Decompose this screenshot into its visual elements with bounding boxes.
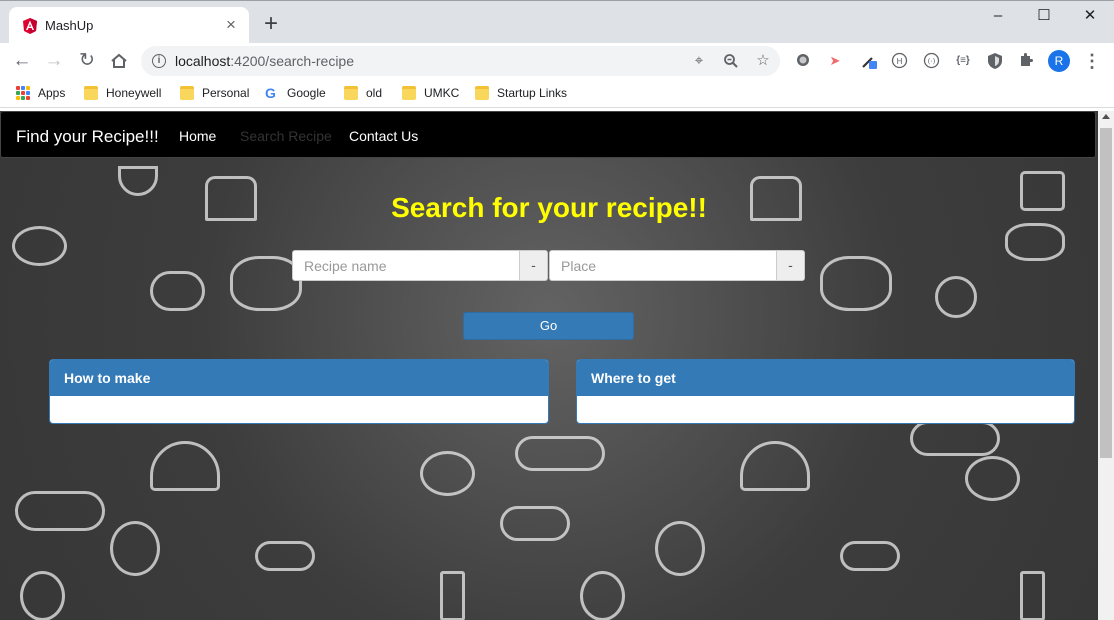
app-navbar: Find your Recipe!!! Home Search Recipe C… <box>0 111 1096 158</box>
new-tab-button[interactable]: + <box>259 12 283 37</box>
google-icon: G <box>265 85 276 101</box>
extension-arrow-icon[interactable]: ➤ <box>826 52 844 70</box>
bookmark-apps[interactable]: Apps <box>16 85 65 103</box>
nav-home[interactable]: Home <box>179 128 216 144</box>
profile-avatar[interactable]: R <box>1048 50 1070 72</box>
minimize-button[interactable]: – <box>976 5 1020 29</box>
scroll-thumb[interactable] <box>1100 128 1112 458</box>
url-text[interactable]: localhost:4200/search-recipe <box>175 53 354 69</box>
extension-json-icon[interactable]: {≡} <box>954 52 972 70</box>
recipe-name-input[interactable] <box>293 251 521 280</box>
how-to-make-panel: How to make <box>49 359 549 424</box>
where-to-get-heading: Where to get <box>577 360 1074 396</box>
back-icon[interactable]: ← <box>9 48 35 74</box>
folder-icon <box>475 86 489 100</box>
extension-eyedropper-icon[interactable] <box>860 52 878 70</box>
bookmark-honeywell[interactable]: Honeywell <box>84 85 161 103</box>
go-button[interactable]: Go <box>463 312 634 340</box>
recipe-name-group: - <box>292 250 548 281</box>
place-group: - <box>549 250 805 281</box>
browser-tab-strip: MashUp × + – ☐ ✕ <box>0 0 1114 44</box>
place-input[interactable] <box>550 251 778 280</box>
info-icon[interactable]: i <box>152 54 166 68</box>
bookmark-startup-links[interactable]: Startup Links <box>475 85 567 103</box>
bookmark-umkc[interactable]: UMKC <box>402 85 459 103</box>
nav-contact-us[interactable]: Contact Us <box>349 128 418 144</box>
page-viewport: Find your Recipe!!! Home Search Recipe C… <box>0 111 1098 620</box>
tab-close-icon[interactable]: × <box>221 15 241 35</box>
folder-icon <box>180 86 194 100</box>
tab-title: MashUp <box>45 18 94 33</box>
extension-bracket-icon[interactable]: (·) <box>922 52 940 70</box>
location-icon[interactable]: ⌖ <box>690 52 708 70</box>
extensions-puzzle-icon[interactable] <box>1017 52 1035 70</box>
forward-icon[interactable]: → <box>41 48 67 74</box>
maximize-button[interactable]: ☐ <box>1022 5 1066 29</box>
menu-kebab-icon[interactable]: ⋮ <box>1082 50 1102 72</box>
folder-icon <box>402 86 416 100</box>
folder-icon <box>84 86 98 100</box>
apps-grid-icon <box>16 86 30 100</box>
star-icon[interactable]: ☆ <box>754 52 772 70</box>
bookmark-google[interactable]: G Google <box>265 85 326 103</box>
nav-search-recipe[interactable]: Search Recipe <box>240 128 332 144</box>
browser-toolbar: ← → ↻ i localhost:4200/search-recipe ⌖ ☆… <box>0 43 1114 79</box>
reload-icon[interactable]: ↻ <box>74 48 100 74</box>
extension-record-icon[interactable] <box>794 52 812 70</box>
place-addon: - <box>776 251 804 280</box>
address-bar[interactable]: i localhost:4200/search-recipe ⌖ ☆ <box>141 46 780 76</box>
bookmark-old[interactable]: old <box>344 85 382 103</box>
page-scrollbar[interactable] <box>1098 111 1114 620</box>
how-to-make-heading: How to make <box>50 360 548 396</box>
bookmarks-bar: Apps Honeywell Personal G Google old UMKC… <box>0 79 1114 108</box>
home-icon[interactable] <box>106 48 132 74</box>
recipe-addon: - <box>519 251 547 280</box>
browser-tab[interactable]: MashUp × <box>9 7 249 44</box>
folder-icon <box>344 86 358 100</box>
angular-icon <box>23 18 37 34</box>
page-title: Search for your recipe!! <box>391 192 707 223</box>
scroll-up-icon[interactable] <box>1102 114 1110 119</box>
svg-text:(·): (·) <box>927 58 935 66</box>
extension-h-icon[interactable]: H <box>890 52 908 70</box>
zoom-icon[interactable] <box>722 52 740 70</box>
bookmark-personal[interactable]: Personal <box>180 85 249 103</box>
brand-link[interactable]: Find your Recipe!!! <box>16 127 159 147</box>
where-to-get-panel: Where to get <box>576 359 1075 424</box>
close-window-button[interactable]: ✕ <box>1068 5 1112 29</box>
svg-text:H: H <box>896 57 902 66</box>
shield-icon[interactable] <box>986 52 1004 70</box>
